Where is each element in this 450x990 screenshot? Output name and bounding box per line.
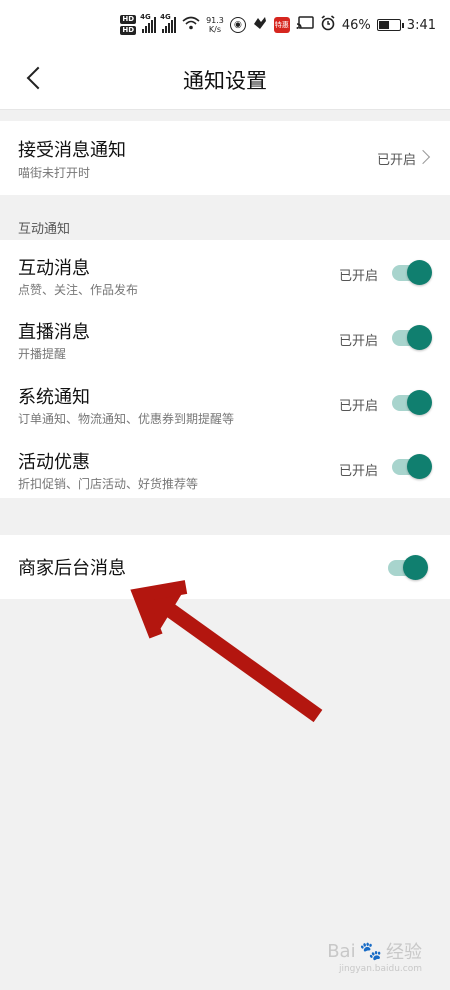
nav-bar: 通知设置 (0, 46, 450, 110)
row-state: 已开启 (338, 334, 378, 349)
signal-icon: 4G (140, 13, 157, 33)
row-subtitle: 点赞、关注、作品发布 (18, 283, 139, 297)
row-state: 已开启 (338, 269, 378, 284)
toggle-switch[interactable] (392, 454, 432, 479)
cast-icon (296, 16, 314, 34)
chevron-right-icon (415, 149, 431, 165)
battery-icon (376, 19, 404, 31)
receive-notifications-row[interactable]: 接受消息通知 喵街未打开时 已开启 (0, 121, 450, 195)
toggle-switch[interactable] (392, 390, 432, 415)
row-state: 已开启 (338, 399, 378, 414)
row-title: 商家后台消息 (18, 558, 126, 579)
row-title: 互动消息 (18, 258, 90, 279)
toggle-switch[interactable] (392, 260, 432, 285)
toggle-switch[interactable] (388, 555, 428, 580)
row-subtitle: 折扣促销、门店活动、好货推荐等 (18, 477, 199, 491)
row-title: 系统通知 (18, 387, 90, 408)
battery-percent: 46% (341, 17, 371, 33)
row-title: 接受消息通知 (18, 140, 126, 161)
app-notification-icon: ◉ (229, 17, 246, 33)
row-subtitle: 喵街未打开时 (18, 166, 91, 180)
wifi-icon (182, 16, 200, 34)
row-subtitle: 开播提醒 (18, 347, 67, 361)
row-title: 活动优惠 (18, 452, 90, 473)
signal-icon: 4G (160, 13, 177, 33)
clock: 3:41 (406, 17, 436, 33)
row-state: 已开启 (376, 153, 416, 168)
page-title: 通知设置 (183, 69, 267, 93)
merchant-messages-row: 商家后台消息 (0, 535, 450, 599)
row-state: 已开启 (338, 464, 378, 479)
network-speed: 91.3 K/s (206, 16, 224, 34)
hd-indicator: HD HD (120, 15, 137, 35)
toggle-switch[interactable] (392, 325, 432, 350)
app-notification-icon (252, 15, 268, 35)
status-bar: HD HD 4G 4G 91.3 K/s ◉ 特惠 46% 3:41 (0, 0, 450, 46)
watermark: Bai 🐾 经验 jingyan.baidu.com (327, 940, 422, 975)
paw-icon: 🐾 (359, 940, 382, 962)
interaction-notifications-group: 互动消息 点赞、关注、作品发布 已开启 直播消息 开播提醒 已开启 系统通知 订… (0, 240, 450, 498)
row-title: 直播消息 (18, 322, 90, 343)
alarm-icon (320, 15, 336, 35)
row-subtitle: 订单通知、物流通知、优惠券到期提醒等 (18, 412, 235, 426)
app-notification-icon: 特惠 (273, 17, 290, 33)
section-label: 互动通知 (18, 222, 71, 237)
